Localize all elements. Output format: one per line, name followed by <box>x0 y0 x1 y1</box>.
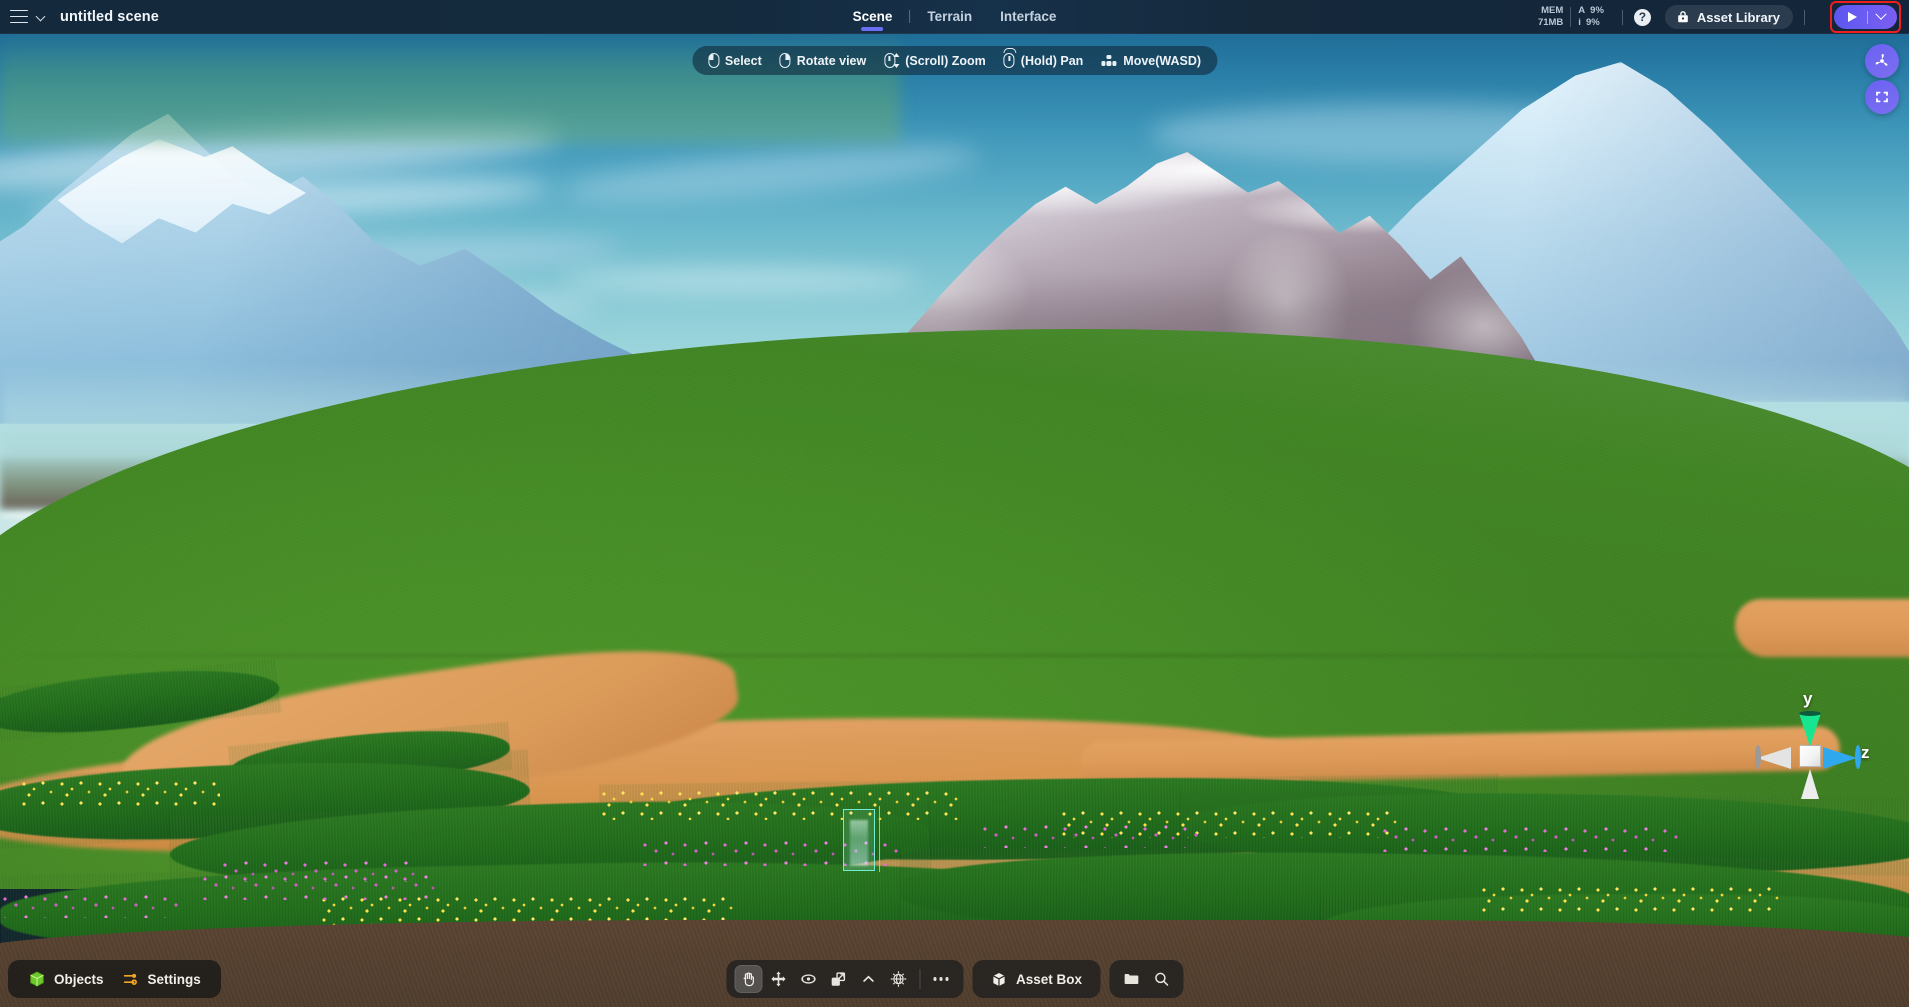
asset-box-button[interactable]: Asset Box <box>971 960 1101 998</box>
toolbar-divider <box>918 969 920 989</box>
hint-rotate-label: Rotate view <box>796 53 867 68</box>
bottom-toolbar: Asset Box <box>725 960 1184 998</box>
i-value: 9% <box>1585 17 1600 28</box>
a-label: A <box>1578 5 1586 16</box>
cube-icon <box>990 971 1007 988</box>
axis-z-label: z <box>1861 743 1870 762</box>
mem-value: 71MB <box>1537 17 1564 28</box>
more-options-button[interactable] <box>927 965 955 993</box>
rotate-tool-button[interactable] <box>794 965 822 993</box>
hint-pan-label: (Hold) Pan <box>1020 53 1084 68</box>
hand-tool-button[interactable] <box>733 965 762 993</box>
hint-move: Move(WASD) <box>1101 54 1201 68</box>
mem-label: MEM <box>1541 5 1564 16</box>
tab-divider <box>909 10 911 23</box>
axis-y-cap <box>1799 711 1821 716</box>
tab-interface[interactable]: Interface <box>986 0 1070 34</box>
selected-object <box>850 820 868 866</box>
axis-negative-x-cap <box>1755 745 1761 769</box>
play-options-chevron-down-icon[interactable] <box>1868 13 1894 21</box>
scale-tool-button[interactable] <box>824 965 852 993</box>
top-bar: untitled scene Scene Terrain Interface M… <box>0 0 1909 34</box>
asset-box-label: Asset Box <box>1015 971 1083 987</box>
axis-negative-y-cone[interactable] <box>1801 769 1819 799</box>
help-icon[interactable]: ? <box>1633 8 1651 26</box>
hint-zoom: (Scroll) Zoom <box>884 53 986 68</box>
mouse-right-click-icon <box>779 53 791 68</box>
move-tool-button[interactable] <box>764 965 792 993</box>
memory-stats: MEM 71MB <box>1531 5 1570 29</box>
hint-select-label: Select <box>724 53 762 68</box>
mouse-left-click-icon <box>707 53 719 68</box>
chevron-down-icon[interactable] <box>36 12 46 22</box>
asset-library-label: Asset Library <box>1696 9 1780 25</box>
collapse-chevron-up-button[interactable] <box>854 965 882 993</box>
settings-button[interactable]: Settings <box>116 970 207 988</box>
terrain-seam <box>0 654 1909 657</box>
sliders-icon <box>122 970 140 988</box>
mouse-pan-icon <box>1003 48 1017 68</box>
hamburger-menu-icon[interactable] <box>10 9 28 24</box>
wasd-keys-icon <box>1101 54 1117 67</box>
more-dots-icon <box>933 977 949 981</box>
crop-frame-icon[interactable] <box>1865 80 1899 114</box>
objects-label: Objects <box>54 971 104 987</box>
sand-patch <box>1735 599 1909 657</box>
search-button[interactable] <box>1147 965 1175 993</box>
mouse-scroll-icon <box>884 53 900 68</box>
axis-gizmo[interactable]: y z <box>1749 689 1870 815</box>
global-axis-tool-button[interactable] <box>884 965 912 993</box>
hint-rotate-view: Rotate view <box>779 53 867 68</box>
axis-center-cube[interactable] <box>1799 745 1821 767</box>
crop-frame-button[interactable] <box>1865 80 1899 114</box>
performance-stats: MEM 71MB A 9% i 9% <box>1531 5 1611 29</box>
bottom-left-panel: Objects Settings <box>8 960 221 998</box>
viewport-hints-bar: Select Rotate view (Scroll) Zoom (Hold) … <box>691 46 1218 75</box>
objects-button[interactable]: Objects <box>22 970 110 988</box>
main-tabs: Scene Terrain Interface <box>839 0 1071 34</box>
cube-icon <box>28 970 46 988</box>
cloud <box>560 269 920 291</box>
play-button-highlight <box>1830 1 1901 33</box>
page-title: untitled scene <box>60 8 159 25</box>
settings-label: Settings <box>147 971 201 987</box>
tab-scene-label: Scene <box>852 9 893 24</box>
tab-terrain-label: Terrain <box>927 9 973 24</box>
tab-terrain[interactable]: Terrain <box>913 0 986 34</box>
hint-pan: (Hold) Pan <box>1003 48 1084 68</box>
axis-z-cone[interactable] <box>1823 747 1857 769</box>
selection-edge <box>878 806 880 872</box>
lock-bag-icon <box>1676 10 1690 24</box>
scene-viewport[interactable] <box>0 34 1909 1007</box>
hint-select: Select <box>707 53 762 68</box>
cpu-stats: A 9% i 9% <box>1571 5 1611 29</box>
axis-y-cone[interactable] <box>1799 713 1821 747</box>
hint-move-label: Move(WASD) <box>1123 53 1202 68</box>
file-tools-group <box>1109 960 1184 998</box>
axis-negative-x-cone[interactable] <box>1757 747 1791 769</box>
propeller-button[interactable] <box>1865 44 1899 78</box>
tab-scene[interactable]: Scene <box>839 0 907 34</box>
propeller-icon[interactable] <box>1865 44 1899 78</box>
a-value: 9% <box>1590 5 1604 16</box>
transform-tools-group <box>725 960 963 998</box>
play-button[interactable] <box>1834 5 1897 29</box>
folder-button[interactable] <box>1117 965 1145 993</box>
asset-library-button[interactable]: Asset Library <box>1664 5 1793 29</box>
tab-interface-label: Interface <box>1000 9 1057 24</box>
axis-y-label: y <box>1803 689 1813 708</box>
play-icon[interactable] <box>1837 12 1867 22</box>
toolbar-divider <box>1804 9 1805 25</box>
toolbar-divider <box>1621 9 1623 25</box>
i-label: i <box>1578 17 1581 28</box>
editor-window: untitled scene Scene Terrain Interface M… <box>0 0 1909 1007</box>
help-label: ? <box>1638 10 1647 24</box>
hint-zoom-label: (Scroll) Zoom <box>905 53 986 68</box>
selection-bounding-box[interactable] <box>843 806 880 872</box>
